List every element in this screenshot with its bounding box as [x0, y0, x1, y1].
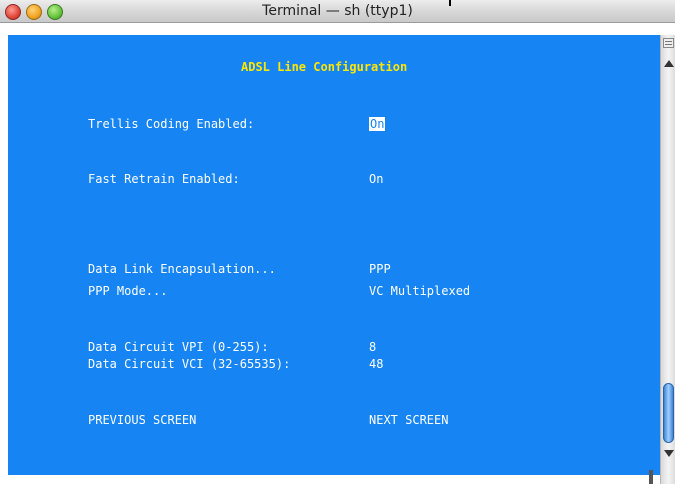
- ppp-mode-value[interactable]: VC Multiplexed: [369, 285, 470, 298]
- fast-retrain-value[interactable]: On: [369, 173, 383, 186]
- vpi-label: Data Circuit VPI (0-255):: [88, 340, 269, 354]
- ppp-mode-label: PPP Mode...: [88, 284, 168, 298]
- trellis-coding-label: Trellis Coding Enabled:: [88, 117, 255, 131]
- scroll-up-arrow-icon[interactable]: [664, 60, 674, 67]
- resize-grip[interactable]: [649, 470, 653, 484]
- window-titlebar[interactable]: Terminal — sh (ttyp1): [0, 0, 675, 23]
- vci-label: Data Circuit VCI (32-65535):: [88, 357, 291, 371]
- previous-screen-button[interactable]: PREVIOUS SCREEN: [88, 414, 196, 427]
- terminal-screen[interactable]: ADSL Line Configuration Trellis Coding E…: [8, 35, 660, 475]
- encapsulation-value[interactable]: PPP: [369, 263, 391, 276]
- scroll-down-arrow-icon[interactable]: [664, 450, 674, 457]
- scrollbar-thumb[interactable]: [663, 383, 674, 443]
- screen-heading: ADSL Line Configuration: [241, 60, 408, 74]
- vertical-scrollbar[interactable]: [660, 35, 675, 484]
- next-screen-button[interactable]: NEXT SCREEN: [369, 414, 448, 427]
- vpi-value[interactable]: 8: [369, 341, 376, 354]
- window-title: Terminal — sh (ttyp1): [262, 3, 413, 19]
- vci-value[interactable]: 48: [369, 358, 383, 371]
- encapsulation-label: Data Link Encapsulation...: [88, 262, 276, 276]
- trellis-coding-value[interactable]: On: [369, 117, 386, 131]
- fast-retrain-label: Fast Retrain Enabled:: [88, 172, 240, 186]
- split-view-icon[interactable]: [663, 38, 674, 48]
